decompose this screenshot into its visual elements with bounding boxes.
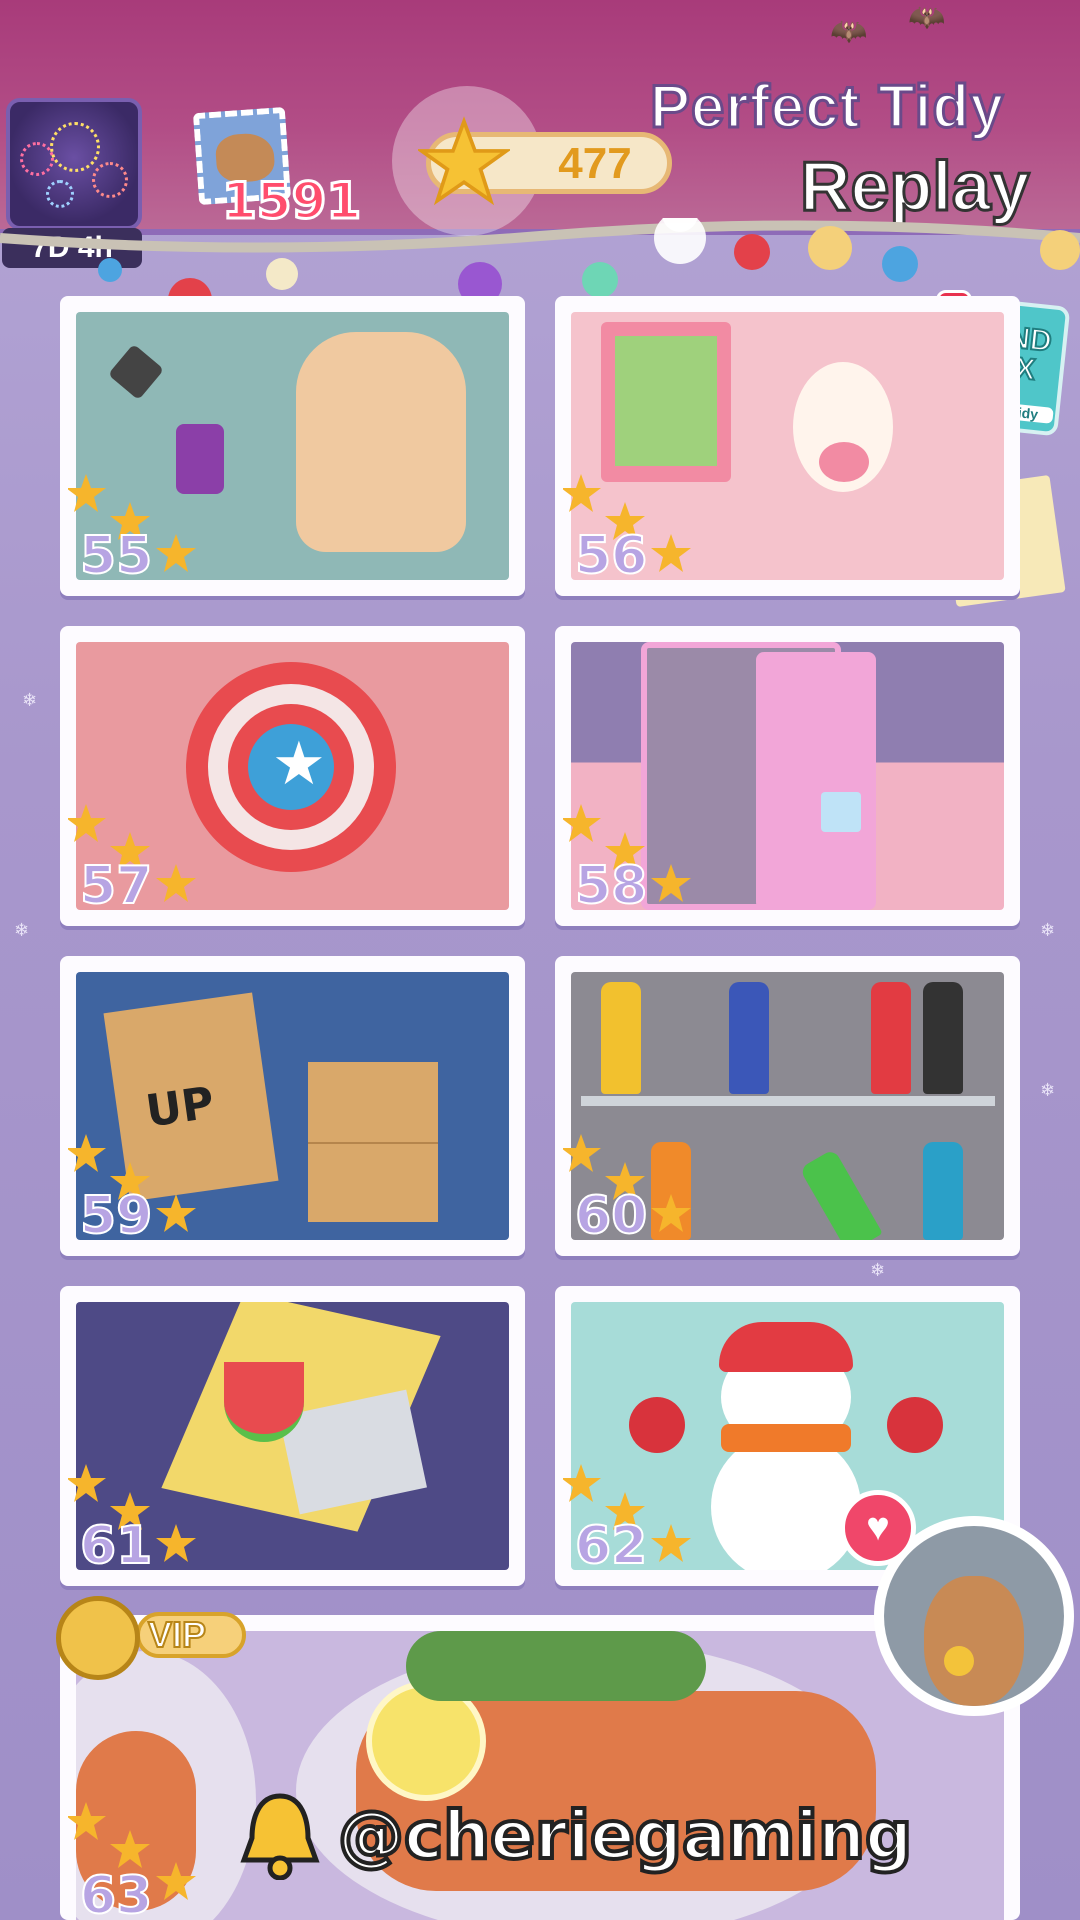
level-card-55[interactable]: 55 — [60, 296, 525, 596]
brand-title: Perfect Tidy — [648, 72, 1005, 142]
snowflake-icon: ❄ — [22, 690, 38, 710]
snowflake-icon: ❄ — [1040, 1080, 1056, 1100]
level-number: 56 — [574, 525, 648, 587]
level-card-59[interactable]: UP 59 — [60, 956, 525, 1256]
bat-icon: 🦇 — [908, 1, 946, 34]
star-count: 477 — [558, 139, 632, 188]
vip-crown-icon — [56, 1596, 140, 1680]
heart-icon[interactable]: ♥ — [840, 1490, 916, 1566]
level-card-60[interactable]: 60 — [555, 956, 1020, 1256]
event-fireworks-icon[interactable] — [6, 98, 142, 230]
level-card-56[interactable]: 56 — [555, 296, 1020, 596]
watermark: @cheriegaming — [238, 1780, 914, 1890]
level-number: 62 — [574, 1515, 648, 1577]
level-number: 60 — [574, 1185, 648, 1247]
bell-icon — [240, 1793, 320, 1880]
level-number: 61 — [79, 1515, 153, 1577]
level-card-61[interactable]: 61 — [60, 1286, 525, 1586]
vip-label: VIP — [147, 1613, 207, 1656]
christmas-garland — [0, 218, 1080, 298]
snowflake-icon: ❄ — [870, 1260, 886, 1280]
bat-icon: 🦇 — [830, 15, 868, 48]
level-number: 57 — [79, 855, 153, 917]
level-number: 63 — [79, 1865, 153, 1920]
snowflake-icon: ❄ — [1040, 920, 1056, 940]
level-number: 55 — [79, 525, 153, 587]
snowflake-icon: ❄ — [14, 920, 30, 940]
vip-badge: VIP — [56, 1596, 252, 1680]
level-number: 58 — [574, 855, 648, 917]
brand-subtitle: Replay — [799, 146, 1032, 227]
level-card-58[interactable]: 58 — [555, 626, 1020, 926]
watermark-text: @cheriegaming — [336, 1795, 914, 1876]
star-icon — [418, 116, 510, 206]
level-number: 59 — [79, 1185, 153, 1247]
level-card-57[interactable]: ★ 57 — [60, 626, 525, 926]
